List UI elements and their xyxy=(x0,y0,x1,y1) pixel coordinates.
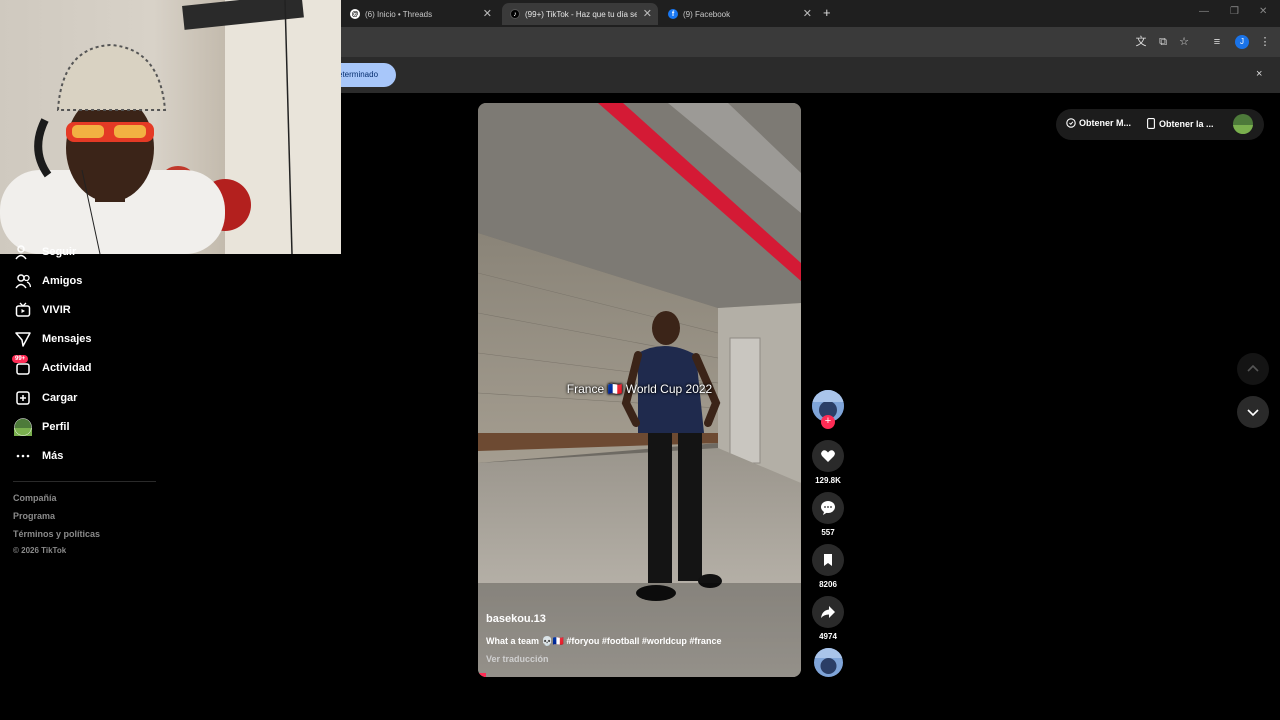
see-translation-link[interactable]: Ver traducción xyxy=(486,654,549,664)
minimize-icon[interactable]: — xyxy=(1199,6,1209,17)
bookmark-star-icon[interactable]: ☆ xyxy=(1177,35,1191,49)
sidebar-item-label: VIVIR xyxy=(42,304,71,316)
user-avatar[interactable] xyxy=(1233,114,1253,134)
next-video-button[interactable] xyxy=(1237,396,1269,428)
sidebar-item-following[interactable]: Seguir xyxy=(14,241,76,263)
heart-icon xyxy=(821,450,835,462)
sidebar-divider xyxy=(13,481,156,482)
like-button[interactable] xyxy=(812,440,844,472)
new-tab-button[interactable]: + xyxy=(823,5,831,20)
more-icon xyxy=(14,447,32,465)
like-count: 129.8K xyxy=(815,476,841,485)
comment-button[interactable] xyxy=(812,492,844,524)
window-close-icon[interactable]: ✕ xyxy=(1259,6,1267,17)
webcam-image xyxy=(0,0,341,254)
video-username[interactable]: basekou.13 xyxy=(486,613,546,625)
upload-icon xyxy=(14,389,32,407)
save-count: 8206 xyxy=(819,580,837,589)
translate-icon[interactable]: 文 xyxy=(1134,35,1148,49)
friends-icon xyxy=(14,272,32,290)
sidebar-item-profile[interactable]: Perfil xyxy=(14,416,70,438)
comment-count: 557 xyxy=(821,528,835,537)
share-icon xyxy=(821,606,835,618)
share-count: 4974 xyxy=(819,632,837,641)
chevron-down-icon xyxy=(1247,409,1259,417)
tiktok-icon: ♪ xyxy=(510,9,520,19)
notification-badge: 99+ xyxy=(12,355,29,363)
sidebar-item-label: Amigos xyxy=(42,275,83,287)
get-app-link-1[interactable]: Obtener M... xyxy=(1066,118,1131,128)
activity-icon: 99+ xyxy=(12,355,32,377)
bookmark-icon xyxy=(824,554,832,566)
sidebar-item-label: Seguir xyxy=(42,246,77,258)
footer-link-company[interactable]: Compañía xyxy=(13,493,57,503)
tab-title: (6) Inicio • Threads xyxy=(365,9,433,19)
footer-link-program[interactable]: Programa xyxy=(13,511,55,521)
sidebar-item-live[interactable]: VIVIR xyxy=(14,299,71,321)
tab-tiktok[interactable]: ♪ (99+) TikTok - Haz que tu día se ✕ xyxy=(502,3,658,25)
get-app-link-2[interactable]: Obtener la ... xyxy=(1147,118,1214,129)
sidebar-item-activity[interactable]: 99+ Actividad xyxy=(12,355,92,379)
phone-icon xyxy=(1147,118,1155,129)
sidebar-item-label: Mensajes xyxy=(42,333,92,345)
sidebar-item-label: Cargar xyxy=(42,392,78,404)
menu-kebab-icon[interactable]: ⋮ xyxy=(1258,35,1272,49)
promo-label: Obtener la ... xyxy=(1159,118,1214,129)
sidebar-item-label: Más xyxy=(42,450,64,462)
tab-facebook[interactable]: f (9) Facebook ✕ xyxy=(662,3,818,25)
follow-icon xyxy=(14,243,32,261)
media-controls-icon[interactable]: ≡ xyxy=(1210,35,1224,49)
coin-icon xyxy=(1066,118,1076,128)
close-icon[interactable]: ✕ xyxy=(483,7,492,20)
sound-disc[interactable] xyxy=(814,648,843,677)
restore-icon[interactable]: ❐ xyxy=(1230,6,1239,17)
sidebar-item-label: Actividad xyxy=(42,362,92,374)
sidebar-item-upload[interactable]: Cargar xyxy=(14,387,77,409)
sidebar-item-friends[interactable]: Amigos xyxy=(14,270,82,292)
footer-link-terms[interactable]: Términos y políticas xyxy=(13,529,100,539)
sidebar-item-label: Perfil xyxy=(42,421,70,433)
profile-avatar xyxy=(14,418,32,436)
infobar-close-icon[interactable]: × xyxy=(1256,68,1262,80)
profile-avatar[interactable]: J xyxy=(1235,35,1249,49)
messages-icon xyxy=(14,330,32,348)
chevron-up-icon xyxy=(1247,364,1259,372)
video-text-overlay: France 🇫🇷 World Cup 2022 xyxy=(566,382,713,396)
tab-title: (9) Facebook xyxy=(683,9,731,19)
comment-icon xyxy=(821,501,835,515)
tab-title: (99+) TikTok - Haz que tu día se xyxy=(525,9,637,19)
previous-video-button[interactable] xyxy=(1237,353,1269,385)
video-player[interactable]: France 🇫🇷 World Cup 2022 basekou.13 What… xyxy=(478,103,801,677)
sidebar-item-more[interactable]: Más xyxy=(14,445,63,467)
save-button[interactable] xyxy=(812,544,844,576)
close-icon[interactable]: ✕ xyxy=(643,7,652,20)
install-app-icon[interactable]: ⧉ xyxy=(1156,35,1170,49)
tab-threads[interactable]: @ (6) Inicio • Threads ✕ xyxy=(342,3,498,25)
sidebar-item-messages[interactable]: Mensajes xyxy=(14,328,92,350)
close-icon[interactable]: ✕ xyxy=(803,7,812,20)
threads-icon: @ xyxy=(350,9,360,19)
live-icon xyxy=(14,301,32,319)
video-progress-bar[interactable] xyxy=(478,673,486,677)
follow-plus-button[interactable]: + xyxy=(821,415,835,429)
webcam-overlay xyxy=(0,0,341,254)
copyright: © 2026 TikTok xyxy=(13,546,67,555)
facebook-icon: f xyxy=(668,9,678,19)
share-button[interactable] xyxy=(812,596,844,628)
video-description: What a team 💀🇫🇷 #foryou #football #world… xyxy=(486,636,722,646)
promo-label: Obtener M... xyxy=(1079,118,1132,128)
